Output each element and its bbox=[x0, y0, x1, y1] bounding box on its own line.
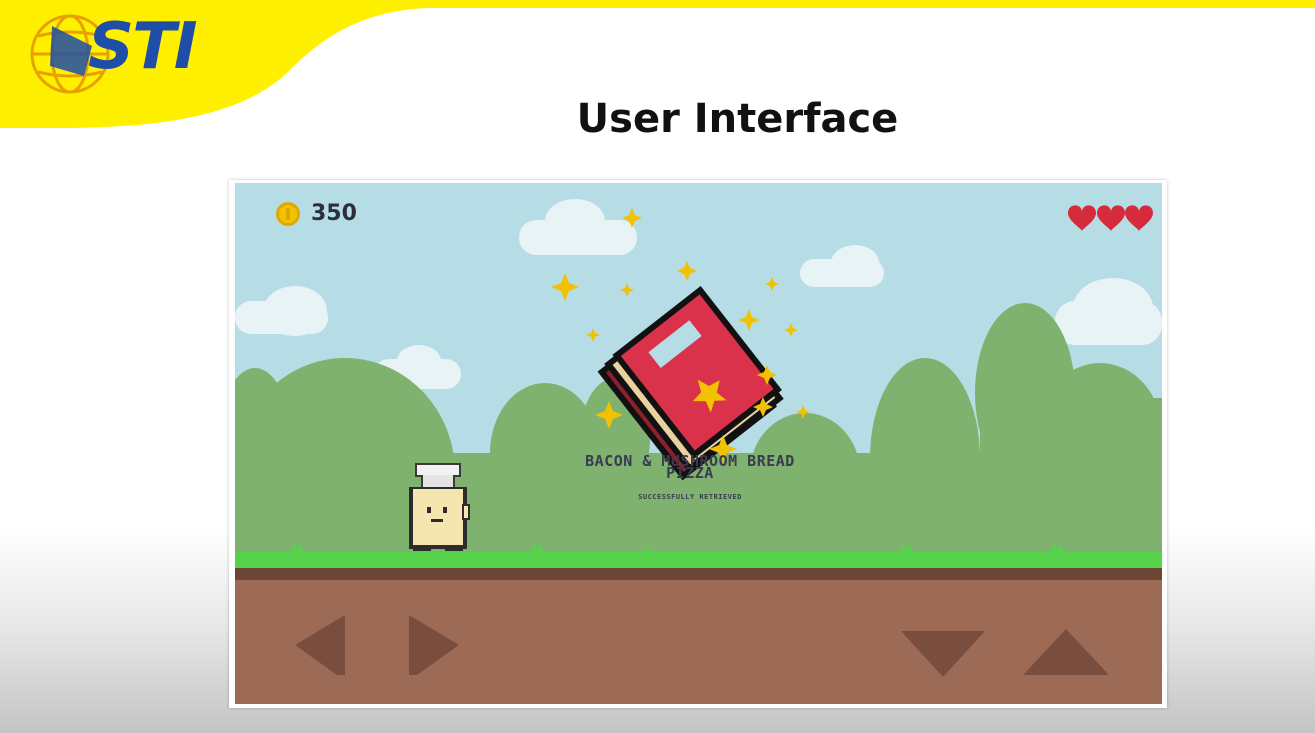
game-screen: 350 BACON & MUSHROOM BREAD PIZZA SUCCESS… bbox=[235, 183, 1162, 704]
jump-up-button[interactable] bbox=[1023, 629, 1109, 675]
sti-logo: STI bbox=[22, 6, 237, 102]
crouch-down-button[interactable] bbox=[901, 631, 985, 677]
game-scene bbox=[235, 183, 1162, 704]
reward-subtitle: SUCCESSFULLY RETRIEVED bbox=[638, 493, 742, 501]
reward-title: BACON & MUSHROOM BREAD PIZZA bbox=[585, 452, 795, 482]
move-right-button[interactable] bbox=[409, 615, 461, 675]
grass-strip bbox=[235, 552, 1162, 568]
move-left-button[interactable] bbox=[295, 615, 347, 675]
logo-text: STI bbox=[88, 10, 198, 84]
coin-count: 350 bbox=[311, 201, 357, 226]
dirt-edge bbox=[235, 568, 1162, 580]
game-screenshot: 350 BACON & MUSHROOM BREAD PIZZA SUCCESS… bbox=[229, 180, 1167, 708]
slide-title: User Interface bbox=[576, 96, 899, 142]
coin-icon bbox=[276, 202, 300, 226]
chef-character bbox=[409, 463, 470, 551]
